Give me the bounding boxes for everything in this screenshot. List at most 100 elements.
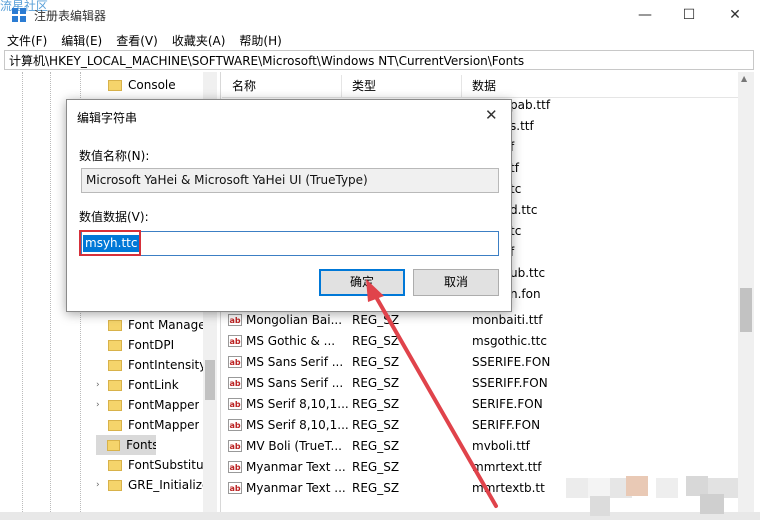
partial-data-cell: n.fon	[510, 287, 541, 301]
tree-item-label: FontLink	[128, 378, 179, 392]
value-data-cell: mmrtext.ttf	[472, 459, 542, 474]
value-name-cell: Myanmar Text ...	[246, 480, 346, 495]
string-value-icon: ab	[228, 397, 242, 410]
value-row[interactable]: ab MS Serif 8,10,1... REG_SZ SERIFF.FON	[228, 414, 738, 435]
value-row[interactable]: ab MV Boli (TrueT... REG_SZ mvboli.ttf	[228, 435, 738, 456]
value-type-cell: REG_SZ	[352, 312, 400, 327]
value-data-cell: msgothic.ttc	[472, 333, 547, 348]
value-name-cell: MS Serif 8,10,1...	[246, 417, 349, 432]
partial-data-cell: s.ttf	[510, 119, 534, 133]
value-row[interactable]: ab Mongolian Bai... REG_SZ monbaiti.ttf	[228, 309, 738, 330]
partial-data-cell: d.ttc	[510, 203, 538, 217]
maximize-button[interactable]: ☐	[666, 0, 712, 30]
list-scroll-thumb[interactable]	[740, 288, 752, 332]
tree-item[interactable]: Fonts	[96, 435, 156, 455]
tree-item[interactable]: FontMapper	[96, 415, 199, 435]
value-name-cell: Myanmar Text ...	[246, 459, 346, 474]
value-name-cell: MS Sans Serif ...	[246, 354, 344, 369]
tree-item-label: FontDPI	[128, 338, 175, 352]
menu-help[interactable]: 帮助(H)	[232, 32, 288, 49]
tree-item[interactable]: Console	[96, 75, 176, 95]
value-type-cell: REG_SZ	[352, 417, 400, 432]
folder-icon	[107, 439, 121, 451]
folder-icon	[108, 379, 122, 391]
value-data-cell: SSERIFE.FON	[472, 354, 551, 369]
annotation-highlight-box	[79, 230, 141, 256]
horizontal-scrollbar[interactable]	[0, 512, 760, 520]
cancel-button[interactable]: 取消	[413, 269, 499, 296]
value-data-cell: SSERIFF.FON	[472, 375, 548, 390]
dialog-close-button[interactable]: ✕	[485, 106, 498, 124]
folder-icon	[108, 339, 122, 351]
value-data-cell: mvboli.ttf	[472, 438, 530, 453]
tree-item[interactable]: Font Manage	[96, 315, 206, 335]
expand-arrow-icon[interactable]: ›	[96, 400, 108, 410]
menu-view[interactable]: 查看(V)	[109, 32, 165, 49]
value-type-cell: REG_SZ	[352, 396, 400, 411]
expand-arrow-icon[interactable]: ›	[96, 480, 108, 490]
tree-guide-line	[22, 72, 24, 520]
folder-icon	[108, 459, 122, 471]
string-value-icon: ab	[228, 376, 242, 389]
mosaic-block	[686, 476, 708, 496]
tree-item[interactable]: › FontLink	[96, 375, 179, 395]
value-row[interactable]: ab MS Serif 8,10,1... REG_SZ SERIFE.FON	[228, 393, 738, 414]
value-data-cell: mmrtextb.tt	[472, 480, 545, 495]
mosaic-block	[626, 476, 648, 496]
minimize-button[interactable]: —	[622, 0, 668, 30]
value-row[interactable]: ab MS Sans Serif ... REG_SZ SSERIFF.FON	[228, 372, 738, 393]
string-value-icon: ab	[228, 439, 242, 452]
maximize-icon: ☐	[682, 7, 696, 23]
value-type-cell: REG_SZ	[352, 333, 400, 348]
tree-item[interactable]: FontSubstitu	[96, 455, 204, 475]
tree-item[interactable]: FontIntensity	[96, 355, 206, 375]
folder-icon	[108, 359, 122, 371]
regedit-app-icon	[12, 8, 26, 22]
tree-item[interactable]: FontDPI	[96, 335, 174, 355]
value-name-cell: MS Gothic & ...	[246, 333, 336, 348]
string-value-icon: ab	[228, 355, 242, 368]
folder-icon	[108, 79, 122, 91]
value-row[interactable]: ab MS Gothic & ... REG_SZ msgothic.ttc	[228, 330, 738, 351]
value-data-input[interactable]	[81, 231, 499, 256]
menu-file[interactable]: 文件(F)	[0, 32, 54, 49]
value-data-cell: monbaiti.ttf	[472, 312, 543, 327]
string-value-icon: ab	[228, 418, 242, 431]
string-value-icon: ab	[228, 313, 242, 326]
tree-item-label: FontIntensity	[128, 358, 207, 372]
value-data-label: 数值数据(V):	[79, 210, 149, 224]
ok-button[interactable]: 确定	[319, 269, 405, 296]
tree-item-label: FontMapper	[128, 418, 200, 432]
value-row[interactable]: ab MS Sans Serif ... REG_SZ SSERIFE.FON	[228, 351, 738, 372]
partial-data-cell: ub.ttc	[510, 266, 546, 280]
value-type-cell: REG_SZ	[352, 438, 400, 453]
close-icon: ✕	[485, 106, 498, 124]
menu-edit[interactable]: 编辑(E)	[54, 32, 109, 49]
mosaic-block	[590, 496, 610, 516]
folder-icon	[108, 419, 122, 431]
string-value-icon: ab	[228, 481, 242, 494]
tree-guide-line	[50, 72, 52, 520]
column-type[interactable]: 类型	[342, 75, 462, 97]
value-row[interactable]: ab Myanmar Text ... REG_SZ mmrtext.ttf	[228, 456, 738, 477]
tree-item[interactable]: › GRE_Initialize	[96, 475, 208, 495]
value-data-cell: SERIFE.FON	[472, 396, 543, 411]
string-value-icon: ab	[228, 460, 242, 473]
mosaic-block	[566, 478, 588, 498]
scroll-up-icon[interactable]: ▲	[741, 74, 747, 83]
tree-item-label: GRE_Initialize	[128, 478, 208, 492]
minimize-icon: —	[638, 7, 652, 23]
value-name-cell: MS Serif 8,10,1...	[246, 396, 349, 411]
menu-bar: 文件(F) 编辑(E) 查看(V) 收藏夹(A) 帮助(H)	[0, 30, 760, 50]
tree-item-label: Console	[128, 78, 176, 92]
folder-icon	[108, 479, 122, 491]
column-name[interactable]: 名称	[222, 75, 342, 97]
close-window-button[interactable]: ✕	[712, 0, 758, 30]
menu-favorites[interactable]: 收藏夹(A)	[165, 32, 233, 49]
tree-item[interactable]: › FontMapper	[96, 395, 199, 415]
expand-arrow-icon[interactable]: ›	[96, 380, 108, 390]
folder-icon	[108, 319, 122, 331]
column-data[interactable]: 数据	[462, 75, 738, 97]
address-bar[interactable]: 计算机\HKEY_LOCAL_MACHINE\SOFTWARE\Microsof…	[4, 50, 754, 70]
tree-scroll-thumb[interactable]	[205, 360, 215, 400]
